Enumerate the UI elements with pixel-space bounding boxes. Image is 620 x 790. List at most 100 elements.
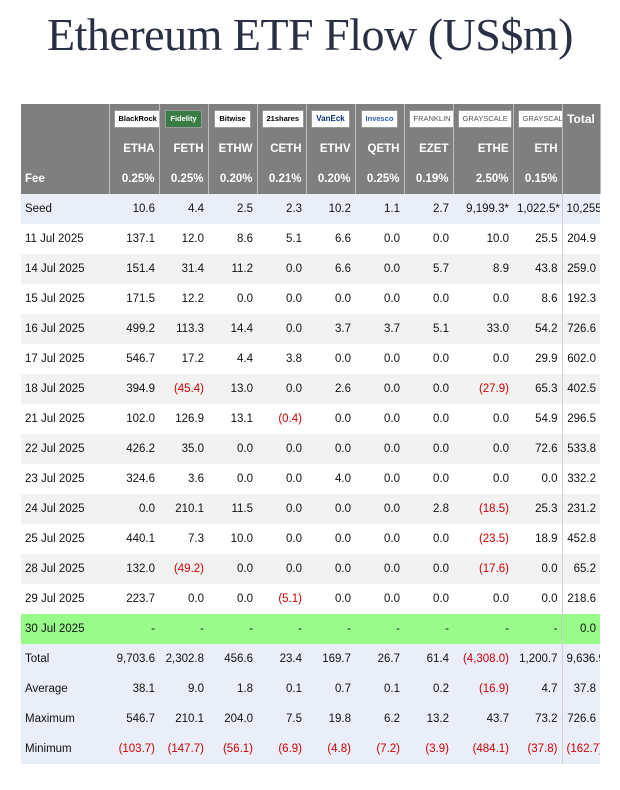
fee-total-cell [562,164,601,194]
flow-cell: 0.0 [453,464,513,494]
flow-cell: 0.0 [513,584,562,614]
issuer-logo: BlackRock [113,110,158,128]
flow-cell: 4.4 [159,194,208,224]
row-label: 15 Jul 2025 [21,284,109,314]
issuer-logo-cell: FRANKLIN TEMPLETON [404,104,454,134]
table-row: 16 Jul 2025 499.2 113.3 14.4 0.0 3.7 3.7 5.1 33.… [21,314,600,344]
ticker-header: ETHV [306,134,356,164]
flow-cell: 0.0 [257,374,306,404]
flow-cell: 151.4 [109,254,159,284]
flow-cell: 0.2 [404,674,453,704]
flow-cell: 10.6 [109,194,159,224]
flow-cell: (6.9) [257,734,306,764]
fee-value: 0.21% [257,164,307,194]
flow-cell: 0.0 [404,374,453,404]
flow-cell: 0.0 [453,434,513,464]
flow-cell: 7.5 [257,704,306,734]
issuer-logo: Invesco [360,110,399,128]
flow-cell: 426.2 [109,434,159,464]
flow-cell: 31.4 [159,254,208,284]
flow-cell: - [513,614,562,644]
row-label: 14 Jul 2025 [21,254,109,284]
flow-cell: 2.3 [257,194,306,224]
flow-cell: 0.1 [257,674,306,704]
flow-cell: 12.0 [159,224,208,254]
ticker-header: FETH [159,134,209,164]
etf-flow-table: BlackRock Fidelity Bitwise 21shares VanEck In… [21,104,601,764]
corner-cell [21,104,110,134]
ticker-header: ETHA [109,134,160,164]
page-title: Ethereum ETF Flow (US$m) [47,9,573,60]
table-row: 11 Jul 2025 137.1 12.0 8.6 5.1 6.6 0.0 0.0 10.0 2… [21,224,600,254]
flow-cell: 0.0 [453,344,513,374]
row-label: Minimum [21,734,109,764]
flow-cell: 0.0 [306,284,355,314]
flow-cell: 7.3 [159,524,208,554]
flow-cell: (4.8) [306,734,355,764]
issuer-logo-cell: Bitwise [208,104,258,134]
table-row: 15 Jul 2025 171.5 12.2 0.0 0.0 0.0 0.0 0.0 0.0 8.… [21,284,600,314]
issuer-logo-cell: Fidelity [159,104,209,134]
flow-cell: 3.7 [355,314,404,344]
fee-value: 0.25% [355,164,405,194]
flow-cell: 0.0 [257,464,306,494]
table-row: 14 Jul 2025 151.4 31.4 11.2 0.0 6.6 0.0 5.7 8.9 4… [21,254,600,284]
flow-cell: (0.4) [257,404,306,434]
flow-cell: 0.0 [208,464,257,494]
flow-cell: 0.0 [513,554,562,584]
flow-cell: - [355,614,404,644]
flow-cell: - [208,614,257,644]
issuer-logo: GRAYSCALE [517,110,561,128]
flow-cell: 0.0 [404,584,453,614]
row-label: Average [21,674,109,704]
flow-cell: 0.0 [404,554,453,584]
table-row: Seed 10.6 4.4 2.5 2.3 10.2 1.1 2.7 9,199.3* 1,022… [21,194,600,224]
row-label: Maximum [21,704,109,734]
flow-cell: 73.2 [513,704,562,734]
fee-value: 0.25% [109,164,160,194]
table-row: Total 9,703.6 2,302.8 456.6 23.4 169.7 26.7 61.… [21,644,600,674]
flow-cell: 8.6 [208,224,257,254]
flow-cell: 0.0 [257,314,306,344]
table-row: 23 Jul 2025 324.6 3.6 0.0 0.0 4.0 0.0 0.0 0.0 0.0… [21,464,600,494]
flow-cell: 0.0 [109,494,159,524]
flow-cell: 440.1 [109,524,159,554]
flow-cell: 169.7 [306,644,355,674]
table-row: 29 Jul 2025 223.7 0.0 0.0 (5.1) 0.0 0.0 0.0 0.0 0… [21,584,600,614]
fee-value: 0.20% [306,164,356,194]
flow-cell: - [109,614,159,644]
flow-cell: 3.8 [257,344,306,374]
table-row: 18 Jul 2025 394.9 (45.4) 13.0 0.0 2.6 0.0 0.0 (2… [21,374,600,404]
flow-cell: 6.6 [306,224,355,254]
row-total-cell: (162.7) [561,734,600,764]
flow-cell: (7.2) [355,734,404,764]
flow-cell: 18.9 [513,524,562,554]
flow-cell: 0.0 [355,284,404,314]
flow-cell: 25.5 [513,224,562,254]
table-row: 25 Jul 2025 440.1 7.3 10.0 0.0 0.0 0.0 0.0 (23.5… [21,524,600,554]
flow-cell: 0.0 [208,554,257,584]
issuer-logo-cell: BlackRock [109,104,160,134]
flow-cell: 2,302.8 [159,644,208,674]
flow-cell: 4.4 [208,344,257,374]
flow-cell: 0.0 [306,524,355,554]
flow-cell: 43.8 [513,254,562,284]
flow-cell: 5.7 [404,254,453,284]
flow-cell: 0.0 [306,494,355,524]
flow-cell: 0.0 [208,584,257,614]
flow-cell: 10.0 [208,524,257,554]
flow-cell: 137.1 [109,224,159,254]
flow-cell: 9,199.3* [453,194,513,224]
flow-cell: 9.0 [159,674,208,704]
flow-cell: 35.0 [159,434,208,464]
flow-cell: 0.0 [404,434,453,464]
flow-cell: (27.9) [453,374,513,404]
flow-cell: 546.7 [109,704,159,734]
flow-cell: 23.4 [257,644,306,674]
row-total-cell: 218.6 [561,584,600,614]
flow-cell: 0.0 [306,404,355,434]
flow-cell: 0.0 [257,284,306,314]
row-total-cell: 0.0 [561,614,600,644]
ticker-header: CETH [257,134,307,164]
flow-cell: (49.2) [159,554,208,584]
